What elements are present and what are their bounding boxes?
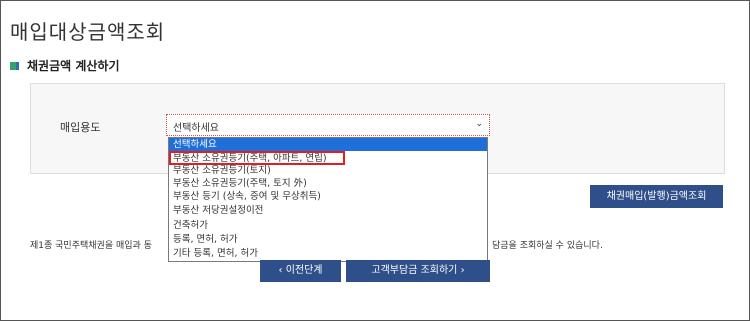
customer-charge-lookup-button[interactable]: 고객부담금 조회하기 › <box>346 260 490 282</box>
option-registration-license[interactable]: 등록, 면허, 허가 <box>169 233 487 246</box>
notice-text-right: 담금을 조회하실 수 있습니다. <box>492 241 603 251</box>
notice-text-left: 제1종 국민주택채권을 매입과 동 <box>30 241 152 251</box>
option-ownership-other[interactable]: 부동산 소유권등기(주택, 토지 外) <box>169 177 487 190</box>
section-bullet-icon <box>10 61 19 70</box>
option-mortgage-transfer[interactable]: 부동산 저당권설정이전 <box>169 204 487 217</box>
page-title: 매입대상금액조회 <box>10 20 166 44</box>
option-inheritance-gift[interactable]: 부동산 등기 (상속, 증여 및 무상취득) <box>169 190 487 203</box>
purpose-label: 매입용도 <box>60 121 101 134</box>
option-select-prompt[interactable]: 선택하세요 <box>169 138 487 151</box>
option-other-registration[interactable]: 기타 등록, 면허, 허가 <box>169 247 487 260</box>
option-ownership-land[interactable]: 부동산 소유권등기(토지) <box>169 164 487 177</box>
option-building-permit[interactable]: 건축허가 <box>169 219 487 232</box>
purpose-select-value: 선택하세요 <box>173 123 219 134</box>
prev-step-label: 이전단계 <box>285 265 323 276</box>
option-highlight-box <box>169 151 345 165</box>
section-title: 채권금액 계산하기 <box>10 57 120 74</box>
bond-amount-lookup-button[interactable]: 채권매입(발행)금액조회 <box>590 185 723 208</box>
customer-charge-label: 고객부담금 조회하기 <box>371 265 458 276</box>
section-title-label: 채권금액 계산하기 <box>27 59 120 73</box>
purpose-select[interactable]: 선택하세요 ⌄ <box>166 114 490 136</box>
chevron-down-icon[interactable]: ⌄ <box>475 119 483 129</box>
chevron-right-icon: › <box>460 265 465 276</box>
prev-step-button[interactable]: ‹ 이전단계 <box>260 260 341 282</box>
chevron-left-icon: ‹ <box>278 265 283 276</box>
